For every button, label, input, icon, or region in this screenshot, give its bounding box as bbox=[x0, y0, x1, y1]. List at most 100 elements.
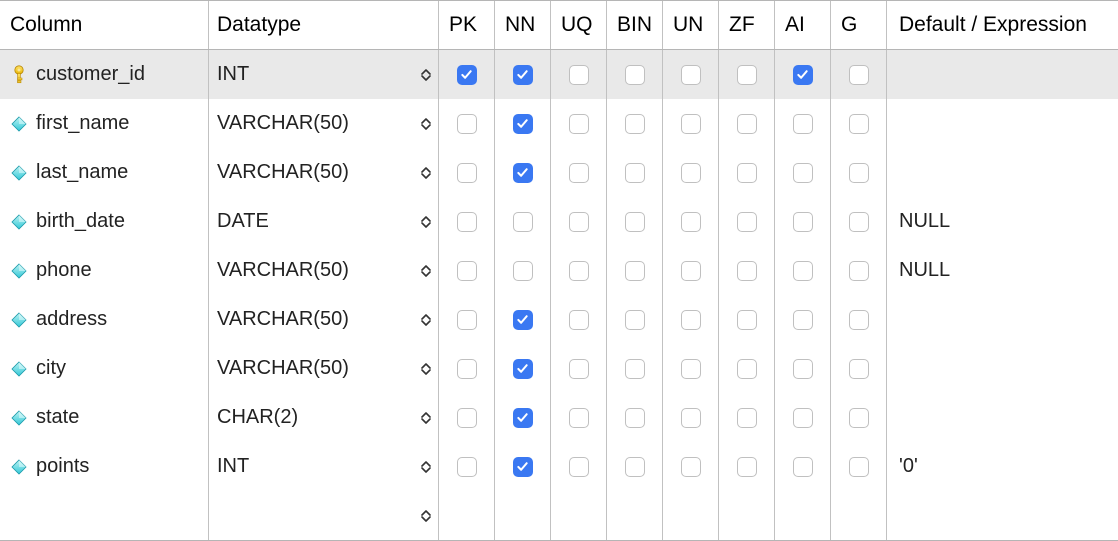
column-name-cell[interactable]: phone bbox=[0, 246, 209, 295]
un-checkbox[interactable] bbox=[681, 65, 701, 85]
bin-checkbox[interactable] bbox=[625, 457, 645, 477]
un-checkbox[interactable] bbox=[681, 261, 701, 281]
header-ai[interactable]: AI bbox=[775, 1, 831, 49]
g-checkbox[interactable] bbox=[849, 114, 869, 134]
header-un[interactable]: UN bbox=[663, 1, 719, 49]
pk-checkbox[interactable] bbox=[457, 114, 477, 134]
header-g[interactable]: G bbox=[831, 1, 887, 49]
default-cell[interactable] bbox=[887, 295, 1118, 344]
nn-checkbox[interactable] bbox=[513, 457, 533, 477]
nn-checkbox[interactable] bbox=[513, 261, 533, 281]
datatype-stepper-icon[interactable] bbox=[418, 113, 434, 135]
ai-checkbox[interactable] bbox=[793, 261, 813, 281]
nn-checkbox[interactable] bbox=[513, 212, 533, 232]
pk-checkbox[interactable] bbox=[457, 163, 477, 183]
nn-checkbox[interactable] bbox=[513, 310, 533, 330]
bin-checkbox[interactable] bbox=[625, 114, 645, 134]
zf-checkbox[interactable] bbox=[737, 114, 757, 134]
default-cell[interactable] bbox=[887, 491, 1118, 540]
g-checkbox[interactable] bbox=[849, 212, 869, 232]
datatype-cell[interactable]: INT bbox=[209, 50, 439, 99]
un-checkbox[interactable] bbox=[681, 114, 701, 134]
ai-checkbox[interactable] bbox=[793, 65, 813, 85]
g-checkbox[interactable] bbox=[849, 310, 869, 330]
ai-checkbox[interactable] bbox=[793, 359, 813, 379]
zf-checkbox[interactable] bbox=[737, 408, 757, 428]
g-checkbox[interactable] bbox=[849, 359, 869, 379]
zf-checkbox[interactable] bbox=[737, 65, 757, 85]
zf-checkbox[interactable] bbox=[737, 212, 757, 232]
header-zf[interactable]: ZF bbox=[719, 1, 775, 49]
un-checkbox[interactable] bbox=[681, 212, 701, 232]
datatype-cell[interactable]: CHAR(2) bbox=[209, 393, 439, 442]
datatype-stepper-icon[interactable] bbox=[418, 407, 434, 429]
nn-checkbox[interactable] bbox=[513, 114, 533, 134]
datatype-stepper-icon[interactable] bbox=[418, 456, 434, 478]
datatype-cell[interactable]: INT bbox=[209, 442, 439, 491]
column-name-cell[interactable]: last_name bbox=[0, 148, 209, 197]
zf-checkbox[interactable] bbox=[737, 163, 757, 183]
column-name-cell[interactable]: customer_id bbox=[0, 50, 209, 99]
nn-checkbox[interactable] bbox=[513, 163, 533, 183]
new-column-row[interactable] bbox=[0, 491, 1118, 540]
table-row[interactable]: cityVARCHAR(50) bbox=[0, 344, 1118, 393]
bin-checkbox[interactable] bbox=[625, 163, 645, 183]
default-cell[interactable]: NULL bbox=[887, 246, 1118, 295]
bin-checkbox[interactable] bbox=[625, 408, 645, 428]
header-pk[interactable]: PK bbox=[439, 1, 495, 49]
column-name-cell[interactable]: birth_date bbox=[0, 197, 209, 246]
pk-checkbox[interactable] bbox=[457, 65, 477, 85]
header-default[interactable]: Default / Expression bbox=[887, 1, 1118, 49]
default-cell[interactable]: NULL bbox=[887, 197, 1118, 246]
un-checkbox[interactable] bbox=[681, 359, 701, 379]
column-name-cell[interactable]: points bbox=[0, 442, 209, 491]
pk-checkbox[interactable] bbox=[457, 310, 477, 330]
header-uq[interactable]: UQ bbox=[551, 1, 607, 49]
datatype-stepper-icon[interactable] bbox=[418, 162, 434, 184]
ai-checkbox[interactable] bbox=[793, 114, 813, 134]
header-datatype[interactable]: Datatype bbox=[209, 1, 439, 49]
default-cell[interactable] bbox=[887, 344, 1118, 393]
ai-checkbox[interactable] bbox=[793, 457, 813, 477]
datatype-stepper-icon[interactable] bbox=[418, 260, 434, 282]
default-cell[interactable] bbox=[887, 393, 1118, 442]
table-row[interactable]: addressVARCHAR(50) bbox=[0, 295, 1118, 344]
table-row[interactable]: last_nameVARCHAR(50) bbox=[0, 148, 1118, 197]
default-cell[interactable]: '0' bbox=[887, 442, 1118, 491]
uq-checkbox[interactable] bbox=[569, 212, 589, 232]
bin-checkbox[interactable] bbox=[625, 310, 645, 330]
datatype-cell[interactable]: DATE bbox=[209, 197, 439, 246]
g-checkbox[interactable] bbox=[849, 65, 869, 85]
uq-checkbox[interactable] bbox=[569, 163, 589, 183]
uq-checkbox[interactable] bbox=[569, 408, 589, 428]
datatype-cell[interactable]: VARCHAR(50) bbox=[209, 148, 439, 197]
bin-checkbox[interactable] bbox=[625, 359, 645, 379]
header-bin[interactable]: BIN bbox=[607, 1, 663, 49]
nn-checkbox[interactable] bbox=[513, 408, 533, 428]
default-cell[interactable] bbox=[887, 50, 1118, 99]
uq-checkbox[interactable] bbox=[569, 261, 589, 281]
table-row[interactable]: stateCHAR(2) bbox=[0, 393, 1118, 442]
column-name-cell[interactable] bbox=[0, 491, 209, 540]
un-checkbox[interactable] bbox=[681, 408, 701, 428]
uq-checkbox[interactable] bbox=[569, 359, 589, 379]
datatype-stepper-icon[interactable] bbox=[418, 505, 434, 527]
table-row[interactable]: birth_dateDATE NULL bbox=[0, 197, 1118, 246]
g-checkbox[interactable] bbox=[849, 261, 869, 281]
nn-checkbox[interactable] bbox=[513, 65, 533, 85]
pk-checkbox[interactable] bbox=[457, 408, 477, 428]
table-row[interactable]: customer_idINT bbox=[0, 50, 1118, 99]
uq-checkbox[interactable] bbox=[569, 65, 589, 85]
datatype-cell[interactable]: VARCHAR(50) bbox=[209, 295, 439, 344]
header-column[interactable]: Column bbox=[0, 1, 209, 49]
datatype-cell[interactable]: VARCHAR(50) bbox=[209, 99, 439, 148]
default-cell[interactable] bbox=[887, 148, 1118, 197]
zf-checkbox[interactable] bbox=[737, 457, 757, 477]
datatype-stepper-icon[interactable] bbox=[418, 358, 434, 380]
ai-checkbox[interactable] bbox=[793, 408, 813, 428]
g-checkbox[interactable] bbox=[849, 163, 869, 183]
datatype-cell[interactable]: VARCHAR(50) bbox=[209, 344, 439, 393]
datatype-cell[interactable] bbox=[209, 491, 439, 540]
zf-checkbox[interactable] bbox=[737, 359, 757, 379]
column-name-cell[interactable]: address bbox=[0, 295, 209, 344]
